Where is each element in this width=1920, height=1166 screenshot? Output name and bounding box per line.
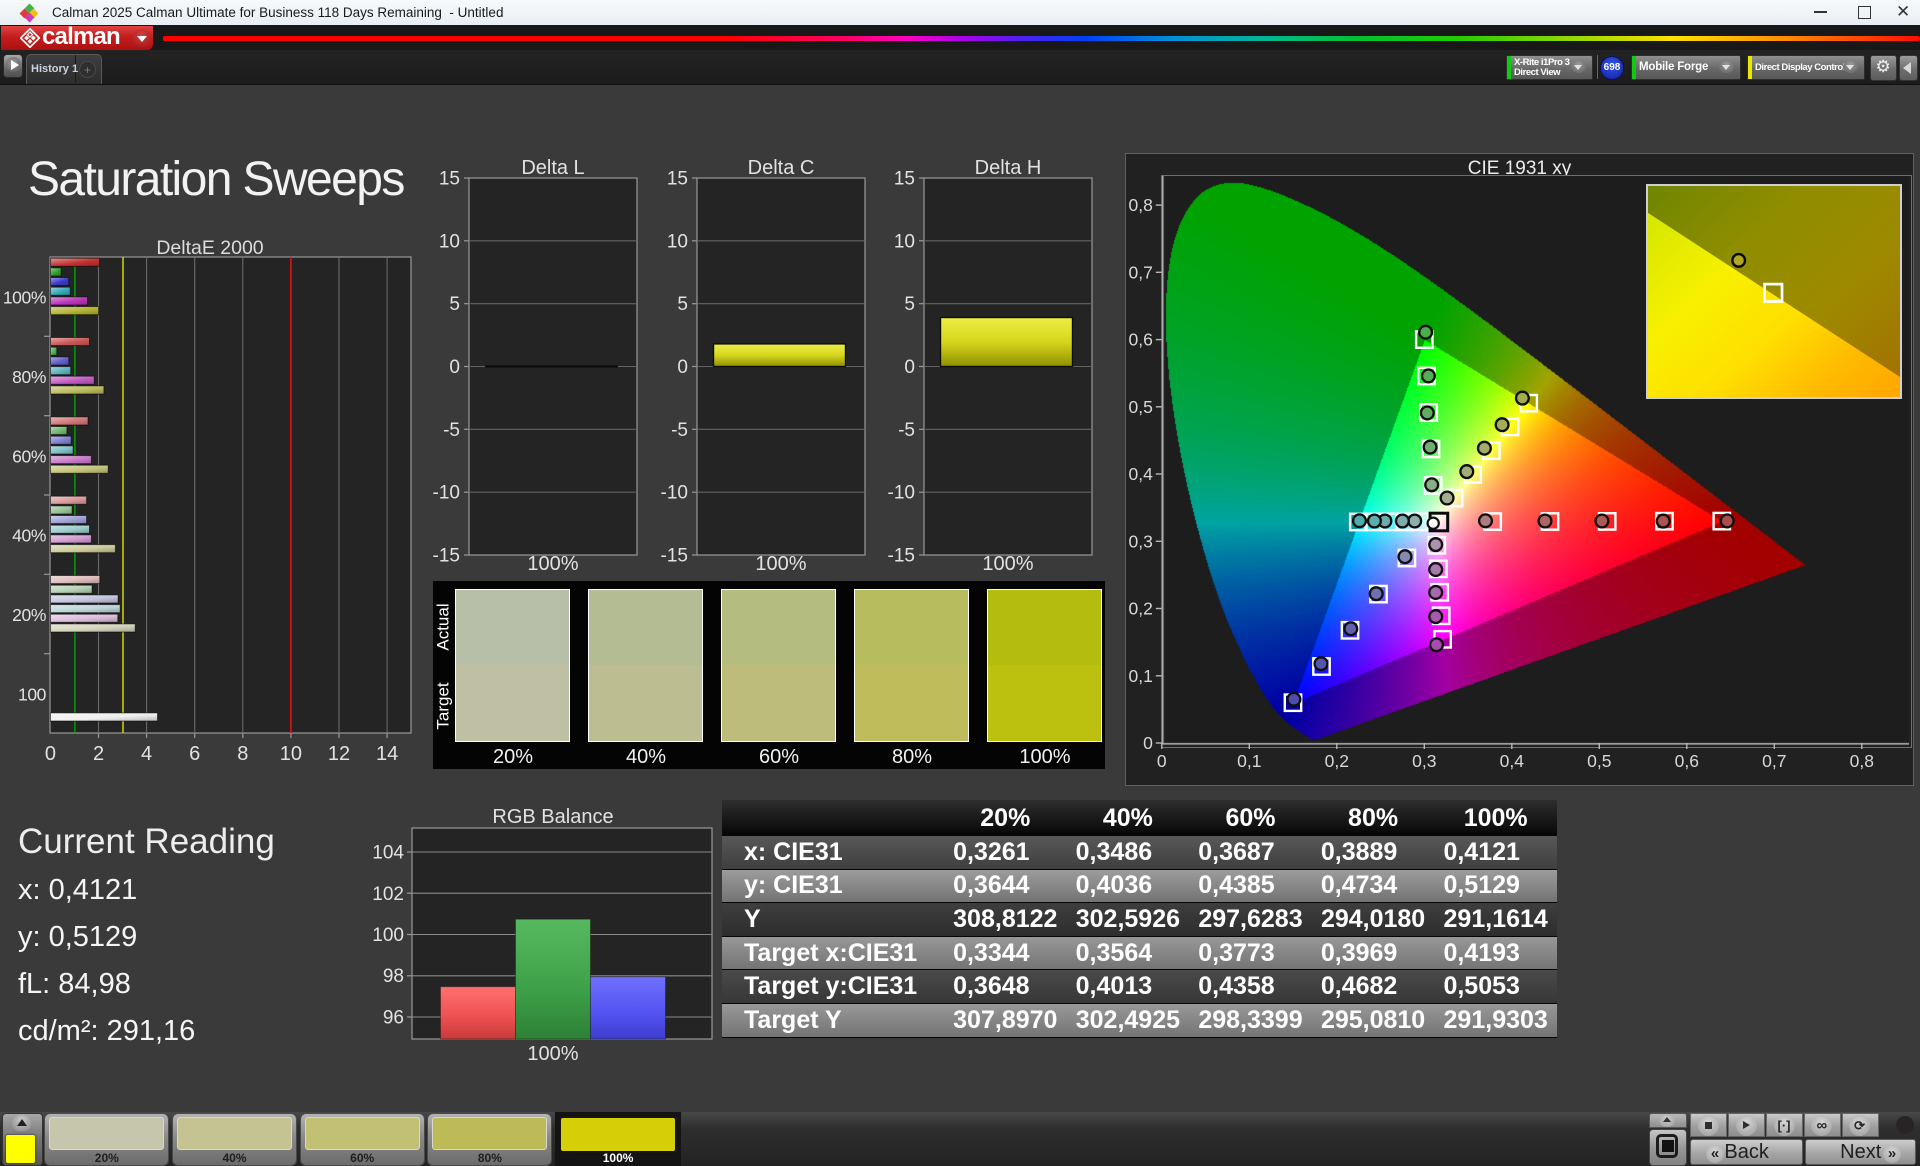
svg-text:-5: -5 [671, 420, 688, 441]
svg-text:5: 5 [449, 294, 460, 315]
svg-text:-15: -15 [433, 546, 460, 567]
svg-text:102: 102 [372, 884, 404, 905]
svg-text:12: 12 [328, 743, 350, 765]
svg-text:15: 15 [894, 169, 915, 190]
svg-text:98: 98 [383, 966, 404, 987]
svg-text:DeltaE 2000: DeltaE 2000 [156, 237, 263, 259]
svg-text:Delta H: Delta H [975, 157, 1042, 179]
svg-text:5: 5 [904, 294, 915, 315]
svg-text:Delta L: Delta L [521, 157, 584, 179]
svg-text:100%: 100% [755, 553, 806, 575]
svg-text:-15: -15 [888, 546, 915, 567]
svg-text:20%: 20% [12, 605, 46, 625]
svg-text:Delta C: Delta C [748, 157, 815, 179]
svg-text:60%: 60% [12, 446, 46, 466]
svg-text:80%: 80% [12, 367, 46, 387]
svg-text:100%: 100% [3, 288, 46, 308]
svg-text:8: 8 [237, 743, 248, 765]
svg-text:0: 0 [904, 357, 915, 378]
svg-text:100: 100 [372, 925, 404, 946]
svg-text:RGB Balance: RGB Balance [492, 806, 613, 828]
svg-text:100: 100 [18, 684, 47, 704]
svg-text:-5: -5 [443, 420, 460, 441]
svg-text:-15: -15 [661, 546, 688, 567]
svg-text:15: 15 [439, 169, 460, 190]
svg-text:10: 10 [894, 231, 915, 252]
svg-text:2: 2 [93, 743, 104, 765]
svg-text:6: 6 [189, 743, 200, 765]
svg-text:10: 10 [280, 743, 302, 765]
svg-text:10: 10 [667, 231, 688, 252]
svg-text:100%: 100% [527, 1043, 578, 1065]
svg-text:4: 4 [141, 743, 152, 765]
svg-text:0: 0 [45, 743, 56, 765]
svg-text:5: 5 [677, 294, 688, 315]
svg-text:14: 14 [376, 743, 398, 765]
svg-text:40%: 40% [12, 526, 46, 546]
svg-text:0: 0 [449, 357, 460, 378]
svg-text:100%: 100% [982, 553, 1033, 575]
svg-text:-10: -10 [433, 483, 460, 504]
svg-text:104: 104 [372, 843, 404, 864]
svg-text:10: 10 [439, 231, 460, 252]
svg-text:100%: 100% [527, 553, 578, 575]
svg-text:0: 0 [677, 357, 688, 378]
svg-text:-10: -10 [661, 483, 688, 504]
svg-text:-5: -5 [898, 420, 915, 441]
svg-text:-10: -10 [888, 483, 915, 504]
svg-text:96: 96 [383, 1008, 404, 1029]
svg-text:15: 15 [667, 169, 688, 190]
